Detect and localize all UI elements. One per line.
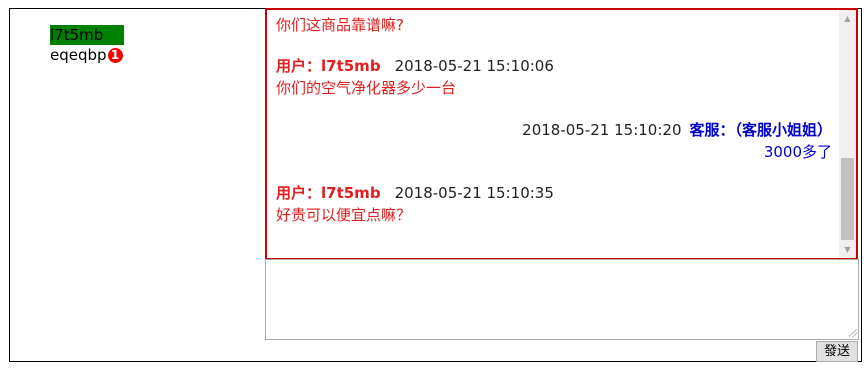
user-item[interactable]: eqeqbp 1	[50, 45, 124, 65]
resize-grip-icon[interactable]	[849, 329, 857, 337]
scroll-up-arrow-icon[interactable]: ▲	[839, 10, 856, 27]
message-text: 好贵可以便宜点嘛？	[276, 206, 412, 224]
message: 用户：l7t5mb 2018-05-21 15:10:06 你们的空气净化器多少一…	[276, 55, 832, 99]
sender-name: 用户：l7t5mb	[276, 57, 381, 75]
message-time: 2018-05-21 15:10:06	[394, 57, 554, 75]
chat-history[interactable]: 你们这商品靠谱嘛? 用户：l7t5mb 2018-05-21 15:10:06 你…	[265, 8, 858, 260]
send-button[interactable]: 發送	[816, 341, 858, 362]
scroll-down-arrow-icon[interactable]: ▼	[839, 241, 856, 258]
message-text: 3000多了	[763, 143, 832, 161]
message-text: 你们的空气净化器多少一台	[276, 79, 457, 97]
unread-badge: 1	[107, 47, 123, 63]
message-service: 2018-05-21 15:10:20 客服：（客服小姐姐） 3000多了	[276, 119, 832, 163]
message-time: 2018-05-21 15:10:35	[394, 184, 554, 202]
message-list: 你们这商品靠谱嘛? 用户：l7t5mb 2018-05-21 15:10:06 你…	[276, 10, 832, 226]
message-time: 2018-05-21 15:10:20	[522, 121, 682, 139]
user-name: l7t5mb	[50, 26, 104, 44]
user-list: l7t5mb eqeqbp 1	[50, 25, 124, 65]
user-item-active[interactable]: l7t5mb	[50, 25, 124, 45]
user-name: eqeqbp	[50, 46, 107, 64]
message-header: 2018-05-21 15:10:20 客服：（客服小姐姐）	[276, 119, 832, 141]
scrollbar-thumb[interactable]	[841, 158, 854, 240]
message-text: 你们这商品靠谱嘛?	[276, 16, 404, 34]
vertical-scrollbar[interactable]: ▲ ▼	[839, 10, 856, 258]
sender-name: 客服：（客服小姐姐）	[689, 121, 832, 139]
message-header: 用户：l7t5mb 2018-05-21 15:10:35	[276, 182, 832, 204]
message-input[interactable]	[265, 259, 859, 340]
sender-name: 用户：l7t5mb	[276, 184, 381, 202]
message: 用户：l7t5mb 2018-05-21 15:10:35 好贵可以便宜点嘛？	[276, 182, 832, 226]
message-header: 用户：l7t5mb 2018-05-21 15:10:06	[276, 55, 832, 77]
